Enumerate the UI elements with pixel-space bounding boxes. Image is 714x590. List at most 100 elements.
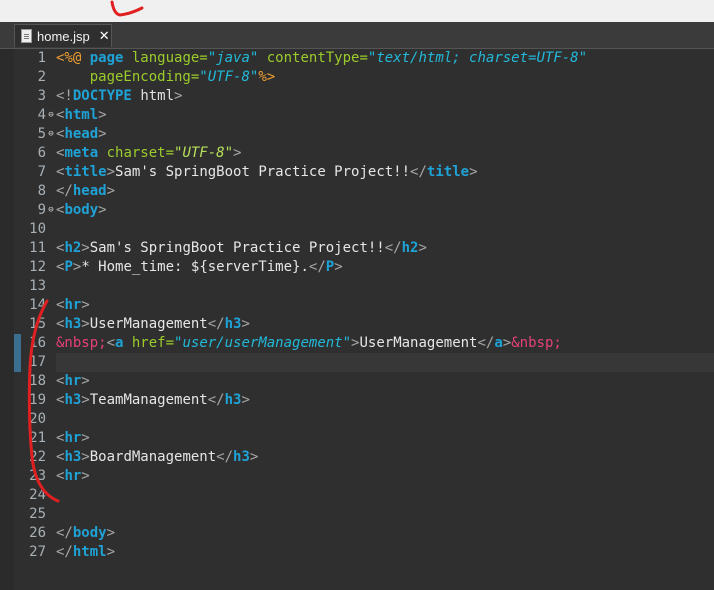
code-token: <%@ <box>56 50 90 66</box>
code-line[interactable]: <head> <box>56 125 714 144</box>
tab-home-jsp[interactable]: home.jsp ✕ <box>14 24 112 47</box>
close-tab-icon[interactable]: ✕ <box>99 29 110 44</box>
code-token: hr <box>64 297 82 313</box>
jsp-file-icon <box>21 29 32 43</box>
code-line[interactable]: </body> <box>56 524 714 543</box>
code-token: pageEncoding= <box>89 69 200 85</box>
code-line[interactable]: </html> <box>56 543 714 562</box>
code-line[interactable] <box>56 410 714 429</box>
tab-label: home.jsp <box>37 28 90 44</box>
code-token: h3 <box>64 449 82 465</box>
line-number: 24 <box>14 486 56 505</box>
code-line[interactable]: <meta charset="UTF-8"> <box>56 144 714 163</box>
code-token: > <box>249 449 259 465</box>
code-token: hr <box>64 430 82 446</box>
code-line[interactable]: <body> <box>56 201 714 220</box>
code-line[interactable]: <title>Sam's SpringBoot Practice Project… <box>56 163 714 182</box>
code-token: > <box>81 392 90 408</box>
code-token: </ <box>308 259 326 275</box>
code-token: < <box>106 335 116 351</box>
code-line[interactable] <box>56 505 714 524</box>
line-number: 15 <box>14 315 56 334</box>
line-number: 7 <box>14 163 56 182</box>
code-token: "java" <box>207 50 259 66</box>
line-number-text: 12 <box>29 259 46 275</box>
code-token: html <box>140 88 175 104</box>
code-line[interactable]: <h3>BoardManagement</h3> <box>56 448 714 467</box>
line-number-text: 25 <box>29 506 46 522</box>
code-line[interactable]: </head> <box>56 182 714 201</box>
line-number: 2 <box>14 68 56 87</box>
line-number-text: 3 <box>37 88 46 104</box>
code-token: > <box>241 392 250 408</box>
code-line[interactable] <box>56 277 714 296</box>
line-number-text: 11 <box>29 240 46 256</box>
code-token: > <box>106 183 116 199</box>
line-number-text: 17 <box>29 354 46 370</box>
line-number: 8 <box>14 182 56 201</box>
code-token: h3 <box>233 449 250 465</box>
line-number-text: 13 <box>29 278 46 294</box>
code-token: body <box>64 202 99 218</box>
fold-toggle-icon[interactable]: ⊖ <box>46 106 56 125</box>
line-number-gutter: 1 2 3 4 ⊖ 5 ⊖ 6 7 8 9 ⊖ 10 11 12 13 14 15 16 17 18 19 20 21 22 23… <box>14 49 56 590</box>
line-number-text: 27 <box>29 544 46 560</box>
code-line[interactable]: <!DOCTYPE html> <box>56 87 714 106</box>
line-number-text: 19 <box>29 392 46 408</box>
code-line[interactable] <box>56 220 714 239</box>
line-number-text: 1 <box>37 50 46 66</box>
code-line[interactable]: <h3>TeamManagement</h3> <box>56 391 714 410</box>
code-token: > <box>106 525 116 541</box>
code-token: > <box>174 88 183 104</box>
line-number-text: 24 <box>29 487 46 503</box>
code-token: h2 <box>401 240 419 256</box>
code-line[interactable]: <hr> <box>56 467 714 486</box>
code-token: > <box>81 373 90 389</box>
code-line[interactable]: <html> <box>56 106 714 125</box>
code-token: P <box>64 259 73 275</box>
code-line[interactable]: pageEncoding="UTF-8"%> <box>56 68 714 87</box>
line-number: 23 <box>14 467 56 486</box>
code-token: contentType= <box>258 50 368 66</box>
code-token: UserManagement <box>89 316 208 332</box>
code-token: > <box>233 145 242 161</box>
code-line[interactable] <box>56 486 714 505</box>
fold-toggle-icon[interactable]: ⊖ <box>46 201 56 220</box>
line-number: 5 ⊖ <box>14 125 56 144</box>
editor-tab-bar: home.jsp ✕ <box>0 22 714 49</box>
code-line[interactable]: <h3>UserManagement</h3> <box>56 315 714 334</box>
code-line[interactable]: &nbsp;<a href="user/userManagement">User… <box>56 334 714 353</box>
code-line[interactable]: <hr> <box>56 429 714 448</box>
code-token: BoardManagement <box>89 449 217 465</box>
line-number-text: 20 <box>29 411 46 427</box>
code-token: %> <box>258 69 276 85</box>
line-number: 13 <box>14 277 56 296</box>
code-token: UserManagement <box>359 335 478 351</box>
line-number-text: 23 <box>29 468 46 484</box>
line-number-text: 5 <box>37 126 46 142</box>
code-token: h3 <box>224 392 242 408</box>
code-token: > <box>98 126 107 142</box>
code-token: head <box>64 126 99 142</box>
code-token: > <box>502 335 512 351</box>
code-line[interactable]: <%@ page language="java" contentType="te… <box>56 49 714 68</box>
code-token: meta <box>64 145 99 161</box>
annotation-arrow-mark <box>110 0 144 17</box>
code-token: h3 <box>64 392 82 408</box>
code-token: &nbsp; <box>56 335 107 351</box>
code-token: </ <box>56 183 73 199</box>
code-line[interactable]: <hr> <box>56 372 714 391</box>
code-text-area[interactable]: <%@ page language="java" contentType="te… <box>56 49 714 590</box>
code-line[interactable]: <P>* Home_time: ${serverTime}.</P> <box>56 258 714 277</box>
code-line[interactable]: <hr> <box>56 296 714 315</box>
code-line[interactable] <box>56 353 714 372</box>
code-editor[interactable]: 1 2 3 4 ⊖ 5 ⊖ 6 7 8 9 ⊖ 10 11 12 13 14 15 16 17 18 19 20 21 22 23… <box>0 49 714 590</box>
code-token: > <box>81 297 90 313</box>
code-token: "text/html; charset=UTF-8" <box>367 50 588 66</box>
line-number-text: 26 <box>29 525 46 541</box>
code-line[interactable]: <h2>Sam's SpringBoot Practice Project!!<… <box>56 239 714 258</box>
fold-toggle-icon[interactable]: ⊖ <box>46 125 56 144</box>
line-number: 14 <box>14 296 56 315</box>
code-token: "user/userManagement" <box>174 335 352 351</box>
